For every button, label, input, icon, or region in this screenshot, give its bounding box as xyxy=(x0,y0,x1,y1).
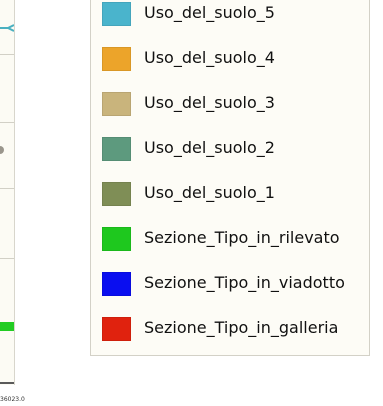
legend-label: Sezione_Tipo_in_galleria xyxy=(144,318,339,337)
map-gridline xyxy=(0,122,14,123)
map-coordinate-label: 36023.0 xyxy=(0,396,25,403)
legend-item-uso-del-suolo-5: Uso_del_suolo_5 xyxy=(91,0,371,30)
map-legend: Uso_del_suolo_5 Uso_del_suolo_4 Uso_del_… xyxy=(90,0,370,356)
map-teal-feature xyxy=(0,24,14,32)
legend-label: Uso_del_suolo_2 xyxy=(144,138,275,157)
legend-label: Uso_del_suolo_5 xyxy=(144,3,275,22)
legend-swatch xyxy=(102,92,131,116)
legend-item-uso-del-suolo-1: Uso_del_suolo_1 xyxy=(91,180,371,210)
legend-item-uso-del-suolo-4: Uso_del_suolo_4 xyxy=(91,45,371,75)
legend-swatch xyxy=(102,182,131,206)
legend-swatch xyxy=(102,272,131,296)
legend-label: Uso_del_suolo_4 xyxy=(144,48,275,67)
map-gridline xyxy=(0,54,14,55)
legend-label: Uso_del_suolo_3 xyxy=(144,93,275,112)
legend-swatch xyxy=(102,47,131,71)
legend-label: Sezione_Tipo_in_rilevato xyxy=(144,228,340,247)
legend-swatch xyxy=(102,317,131,341)
legend-item-sezione-tipo-in-rilevato: Sezione_Tipo_in_rilevato xyxy=(91,225,371,255)
map-green-feature xyxy=(0,322,14,331)
legend-label: Sezione_Tipo_in_viadotto xyxy=(144,273,345,292)
map-grey-marker xyxy=(0,146,4,154)
map-canvas-fragment xyxy=(0,0,15,385)
legend-label: Uso_del_suolo_1 xyxy=(144,183,275,202)
legend-swatch xyxy=(102,227,131,251)
legend-swatch xyxy=(102,2,131,26)
legend-item-uso-del-suolo-2: Uso_del_suolo_2 xyxy=(91,135,371,165)
map-frame-border xyxy=(0,382,14,384)
legend-item-uso-del-suolo-3: Uso_del_suolo_3 xyxy=(91,90,371,120)
legend-item-sezione-tipo-in-galleria: Sezione_Tipo_in_galleria xyxy=(91,315,371,345)
legend-item-sezione-tipo-in-viadotto: Sezione_Tipo_in_viadotto xyxy=(91,270,371,300)
legend-swatch xyxy=(102,137,131,161)
map-gridline xyxy=(0,258,14,259)
map-gridline xyxy=(0,188,14,189)
